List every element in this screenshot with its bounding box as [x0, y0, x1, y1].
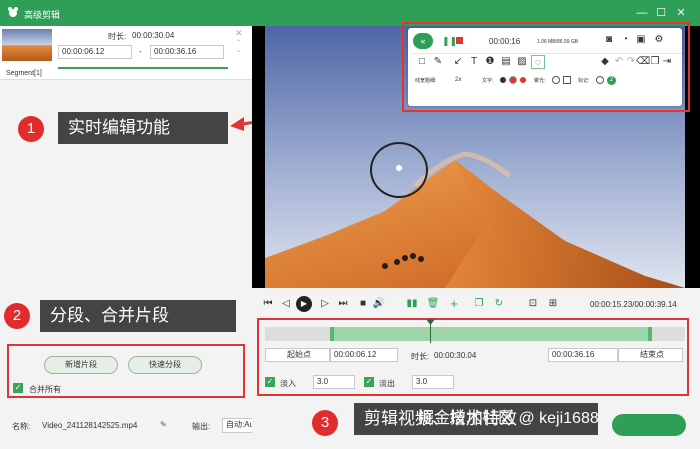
toolbar-divider [412, 53, 682, 54]
watermark: 掘金技术社区 @ keji1688 [418, 410, 599, 427]
reset-icon[interactable]: ↻ [492, 297, 506, 311]
trim-end-field[interactable]: 00:00:36.16 [548, 348, 618, 362]
output-label: 输出: [192, 422, 211, 431]
close-button[interactable]: ✕ [672, 4, 690, 22]
segment-close-icon[interactable]: ✕ [235, 28, 243, 39]
minimize-button[interactable]: — [633, 4, 651, 22]
playback-time: 00:00:15.23/00:00:39.14 [590, 300, 677, 309]
delete-icon[interactable]: 🗑 [426, 297, 440, 311]
new-segment-button[interactable]: 新增片段 [44, 356, 118, 374]
crop-icon[interactable]: ⊡ [526, 297, 540, 311]
maximize-button[interactable]: ☐ [652, 4, 670, 22]
app-logo-icon [8, 7, 18, 17]
mark-count: 2 [607, 76, 616, 85]
fade-out-checkbox[interactable]: ✓ [364, 377, 374, 387]
record-time: 00:00:16 [489, 37, 521, 46]
range-dash: - [139, 47, 142, 56]
first-frame-icon[interactable]: ⏮ [261, 297, 275, 311]
segment-thumbnail [2, 29, 52, 61]
split-icon[interactable]: ▮▮ [405, 297, 419, 311]
color-red[interactable] [520, 77, 526, 83]
merge-all-label: 合并所有 [29, 385, 61, 394]
fade-out-label: 淡出 [379, 379, 395, 388]
callout-2-badge: 2 [4, 303, 30, 329]
number-tool-icon[interactable]: ❶ [483, 55, 497, 69]
fit-icon[interactable]: ⊞ [546, 297, 560, 311]
fade-in-label: 淡入 [280, 379, 296, 388]
line-width-label: 线宽粗细: [415, 78, 437, 84]
fade-in-field[interactable]: 3.0 [313, 375, 355, 389]
segment-end-field[interactable]: 00:00:36.16 [150, 45, 224, 59]
square-shape-option[interactable] [563, 76, 571, 84]
toolbox-icon[interactable]: ▣ [634, 33, 648, 47]
play-button[interactable]: ▶ [296, 296, 312, 312]
pen-tool-icon[interactable]: ✎ [431, 55, 445, 69]
segment-down-icon[interactable]: ⌄ [236, 48, 244, 54]
trim-duration-label: 时长: [411, 352, 430, 361]
name-label: 名称: [12, 422, 31, 431]
quick-split-button[interactable]: 快速分段 [128, 356, 202, 374]
cursor-dot [396, 165, 402, 171]
arrow-tool-icon[interactable]: ↙ [451, 55, 465, 69]
mark-number-icon[interactable] [596, 76, 604, 84]
volume-icon[interactable]: 🔊 [372, 297, 386, 311]
spotlight-tool-icon[interactable]: ◌ [531, 55, 545, 69]
merge-all-checkbox[interactable]: ✓ [13, 383, 23, 393]
filename: Video_241128142525.mp4 [42, 421, 138, 430]
playhead-handle-icon[interactable] [426, 319, 435, 325]
collapse-icon[interactable]: « [413, 33, 433, 49]
fade-out-field[interactable]: 3.0 [412, 375, 454, 389]
add-icon[interactable]: + [447, 297, 461, 311]
prev-frame-icon[interactable]: ◁ [279, 297, 293, 311]
callout-3-badge: 3 [312, 410, 338, 436]
export-button[interactable] [612, 414, 686, 436]
image2-tool-icon[interactable]: ▨ [515, 55, 529, 69]
line-width-select[interactable]: 2x [455, 77, 461, 83]
focus-label: 聚光: [534, 78, 546, 84]
next-frame-icon[interactable]: ▷ [318, 297, 332, 311]
image-tool-icon[interactable]: ▤ [499, 55, 513, 69]
end-point-button[interactable]: 结束点 [618, 348, 683, 362]
pause-icon[interactable]: ❚❚ [442, 36, 457, 47]
stop-record-icon[interactable] [456, 37, 463, 44]
segment-label: Segment[1] [6, 70, 42, 77]
callout-1: 实时编辑功能 [58, 112, 228, 144]
eraser-icon[interactable]: ◆ [598, 55, 612, 69]
last-frame-icon[interactable]: ⏭ [336, 297, 350, 311]
segment-start-field[interactable]: 00:00:06.12 [58, 45, 132, 59]
segment-progress [58, 67, 228, 69]
copy-segment-icon[interactable]: ❐ [472, 297, 486, 311]
settings-icon[interactable]: ⚙ [652, 33, 666, 47]
rectangle-tool-icon[interactable]: □ [415, 55, 429, 69]
text-label: 文字: [482, 78, 494, 84]
record-size: 1.06 MB/86.59 GB [537, 39, 579, 45]
start-point-button[interactable]: 起始点 [265, 348, 330, 362]
callout-1-badge: 1 [18, 116, 44, 142]
segment-duration-label: 时长: [108, 32, 127, 41]
window-title: 高级剪辑 [24, 10, 61, 20]
callout-2: 分段、合并片段 [40, 300, 236, 332]
timeline-selection[interactable] [330, 327, 652, 341]
text-tool-icon[interactable]: T [467, 55, 481, 69]
timer-icon[interactable]: ◔ [618, 33, 632, 47]
stop-icon[interactable]: ■ [356, 297, 370, 311]
exit-edit-icon[interactable]: ⇥ [660, 55, 674, 69]
circle-shape-option[interactable] [552, 76, 560, 84]
segment-duration: 00:00:30.04 [132, 31, 175, 40]
edit-name-icon[interactable]: ✎ [160, 420, 167, 429]
segment-up-icon[interactable]: ⌃ [236, 40, 244, 46]
trim-start-field[interactable]: 00:00:06.12 [330, 348, 398, 362]
trim-duration: 00:00:30.04 [434, 351, 477, 360]
mark-label: 标记: [578, 78, 590, 84]
camera-icon[interactable]: ◙ [602, 33, 616, 47]
color-red-selected[interactable] [509, 76, 517, 84]
color-black[interactable] [500, 77, 506, 83]
fade-in-checkbox[interactable]: ✓ [265, 377, 275, 387]
